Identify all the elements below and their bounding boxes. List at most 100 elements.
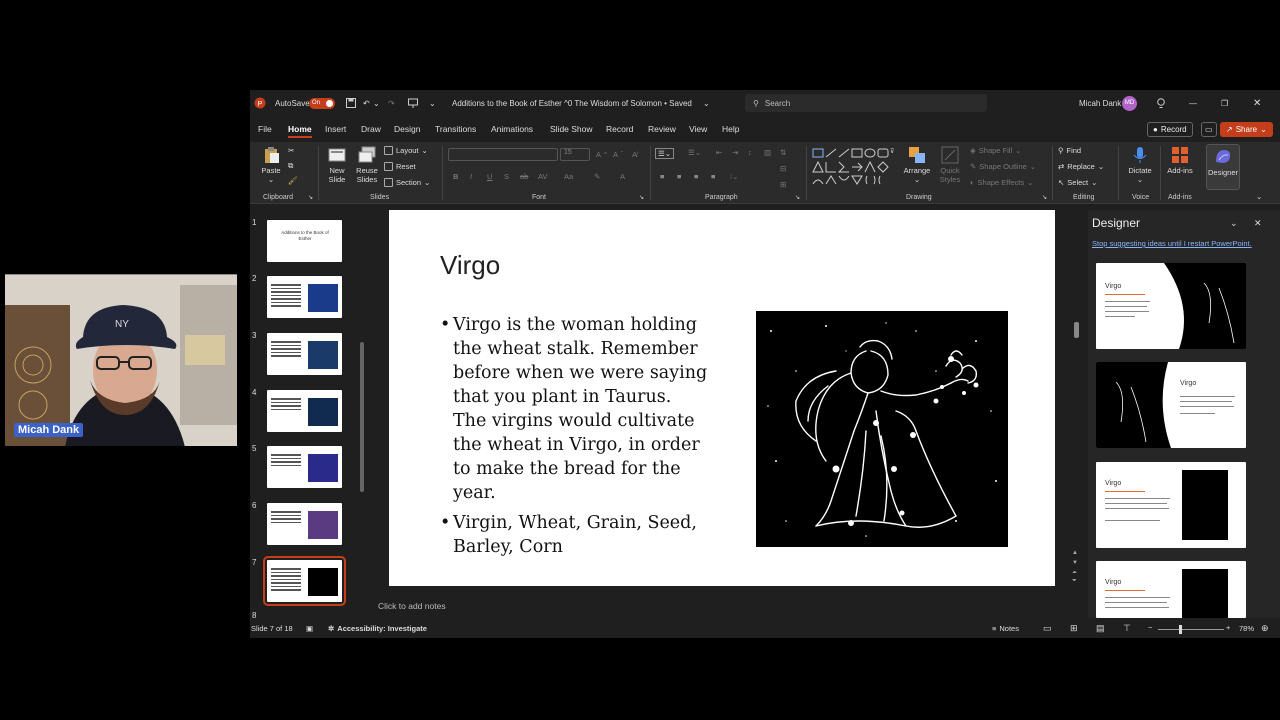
format-painter-icon[interactable]: 🖌 [288, 176, 298, 185]
select-button[interactable]: ↖ Select ⌄ [1058, 178, 1097, 187]
zoom-in-icon[interactable]: + [1226, 623, 1230, 632]
tab-animations[interactable]: Animations [491, 124, 533, 134]
slide-thumbnail-1[interactable]: Additions to the Book of Esther [267, 220, 342, 262]
zoom-slider-thumb[interactable] [1179, 625, 1182, 634]
tab-design[interactable]: Design [394, 124, 420, 134]
font-name-box[interactable] [448, 148, 558, 161]
normal-view-icon[interactable]: ▭ [1043, 623, 1052, 634]
undo-icon[interactable]: ↶ [363, 96, 370, 110]
accessibility-button[interactable]: ✲ Accessibility: Investigate [328, 624, 427, 633]
design-idea-2[interactable]: Virgo [1096, 362, 1246, 448]
zoom-level[interactable]: 78% [1239, 624, 1254, 633]
paragraph-launcher-icon[interactable]: ↘ [795, 194, 800, 201]
text-direction-icon[interactable]: ⇅ [780, 148, 786, 157]
addins-button[interactable]: Add-ins [1164, 146, 1196, 175]
line-spacing-icon[interactable]: ↕ [748, 148, 752, 157]
reading-view-icon[interactable]: ▤ [1096, 623, 1105, 634]
underline-icon[interactable]: U [487, 172, 492, 181]
section-button[interactable]: Section ⌄ [384, 178, 430, 187]
font-size-box[interactable]: 15 [560, 148, 590, 161]
redo-icon[interactable]: ↷ [388, 96, 395, 110]
tab-slide-show[interactable]: Slide Show [550, 124, 593, 134]
notes-placeholder[interactable]: Click to add notes [378, 601, 446, 611]
character-spacing-icon[interactable]: AV [538, 172, 547, 181]
decrease-font-icon[interactable]: Aˇ [613, 150, 623, 159]
bullets-icon[interactable]: ☰⌄ [655, 148, 675, 159]
doc-title-chevron-icon[interactable]: ⌄ [703, 96, 710, 110]
justify-icon[interactable]: ≡ [711, 172, 715, 181]
shapes-gallery[interactable] [812, 148, 896, 188]
columns-icon[interactable]: ▥ [764, 148, 771, 157]
designer-button[interactable]: Designer [1206, 144, 1240, 190]
shadow-icon[interactable]: S [504, 172, 509, 181]
slide-scrollbar[interactable] [1074, 322, 1079, 338]
slideshow-view-icon[interactable]: ⊤ [1123, 623, 1131, 634]
designer-options-icon[interactable]: ⌄ [1230, 218, 1238, 229]
slide-thumbnail-7[interactable] [263, 556, 346, 606]
customize-toolbar-icon[interactable]: ⌄ [429, 96, 436, 110]
scroll-up-icon[interactable]: ▲ [1072, 550, 1078, 556]
shape-effects-button[interactable]: ◐ Shape Effects ⌄ [970, 178, 1033, 187]
arrange-button[interactable]: Arrange ⌄ [902, 146, 932, 184]
change-case-icon[interactable]: Aa [564, 172, 573, 181]
slide-thumbnail-4[interactable] [267, 390, 342, 432]
italic-icon[interactable]: I [470, 172, 472, 181]
lightbulb-icon[interactable] [1157, 96, 1165, 110]
numbering-icon[interactable]: ☰⌄ [688, 148, 701, 157]
bold-icon[interactable]: B [453, 172, 458, 181]
restore-icon[interactable]: ❐ [1221, 96, 1228, 110]
strikethrough-icon[interactable]: ab [520, 172, 528, 181]
search-box[interactable]: ⚲ Search [745, 94, 987, 112]
paste-button[interactable]: Paste ⌄ [258, 146, 284, 184]
tab-record[interactable]: Record [606, 124, 633, 134]
spelling-icon[interactable]: ▣ [306, 624, 313, 633]
slide-thumbnail-5[interactable] [267, 446, 342, 488]
quick-styles-button[interactable]: Quick Styles [936, 146, 964, 184]
reuse-slides-button[interactable]: Reuse Slides [353, 146, 381, 184]
design-idea-1[interactable]: Virgo [1096, 263, 1246, 349]
comments-icon[interactable]: ▭ [1201, 122, 1217, 137]
highlight-icon[interactable]: ✎ [594, 172, 600, 181]
present-icon[interactable] [408, 96, 418, 110]
tab-home[interactable]: Home [288, 124, 312, 138]
avatar[interactable]: MD [1122, 95, 1137, 111]
record-button[interactable]: ● Record [1147, 122, 1193, 137]
previous-slide-icon[interactable]: ⏶ [1072, 570, 1077, 577]
find-button[interactable]: ⚲ Find [1058, 146, 1081, 155]
tab-view[interactable]: View [689, 124, 707, 134]
tab-help[interactable]: Help [722, 124, 739, 134]
autosave-toggle[interactable]: On [309, 96, 335, 110]
tab-review[interactable]: Review [648, 124, 676, 134]
zoom-out-icon[interactable]: − [1148, 623, 1152, 632]
cut-icon[interactable]: ✂ [288, 146, 294, 155]
stop-suggesting-link[interactable]: Stop suggesting ideas until I restart Po… [1092, 239, 1252, 248]
close-window-icon[interactable]: ✕ [1253, 96, 1261, 110]
fit-to-window-icon[interactable]: ⊕ [1261, 623, 1269, 634]
layout-button[interactable]: Layout ⌄ [384, 146, 428, 155]
increase-indent-icon[interactable]: ⇥ [732, 148, 738, 157]
align-right-icon[interactable]: ≡ [694, 172, 698, 181]
document-title[interactable]: Additions to the Book of Esther ^0 The W… [452, 96, 692, 110]
drawing-launcher-icon[interactable]: ↘ [1042, 194, 1047, 201]
new-slide-button[interactable]: New Slide [323, 146, 351, 184]
reset-button[interactable]: Reset [384, 162, 416, 171]
design-idea-3[interactable]: Virgo [1096, 462, 1246, 548]
align-center-icon[interactable]: ≡ [677, 172, 681, 181]
slide-thumbnail-3[interactable] [267, 333, 342, 375]
decrease-indent-icon[interactable]: ⇤ [716, 148, 722, 157]
copy-icon[interactable]: ⧉ [288, 161, 293, 171]
designer-close-icon[interactable]: ✕ [1254, 218, 1262, 229]
align-left-icon[interactable]: ≡ [660, 172, 664, 181]
ribbon-collapse-icon[interactable]: ⌄ [1256, 192, 1262, 201]
share-button[interactable]: ↗ Share ⌄ [1220, 122, 1273, 137]
notes-button[interactable]: ≡ Notes [992, 624, 1019, 633]
shape-fill-button[interactable]: ◈ Shape Fill ⌄ [970, 146, 1021, 155]
slide-canvas[interactable]: Virgo Virgo is the woman holding the whe… [389, 210, 1055, 586]
replace-button[interactable]: ⇄ Replace ⌄ [1058, 162, 1104, 171]
shapes-more-icon[interactable]: ⊽ [890, 148, 894, 155]
design-idea-4[interactable]: Virgo [1096, 561, 1246, 618]
tab-file[interactable]: File [258, 124, 272, 134]
slide-title[interactable]: Virgo [440, 250, 500, 281]
shape-outline-button[interactable]: ✎ Shape Outline ⌄ [970, 162, 1036, 171]
thumbnails-scrollbar[interactable] [360, 342, 364, 492]
